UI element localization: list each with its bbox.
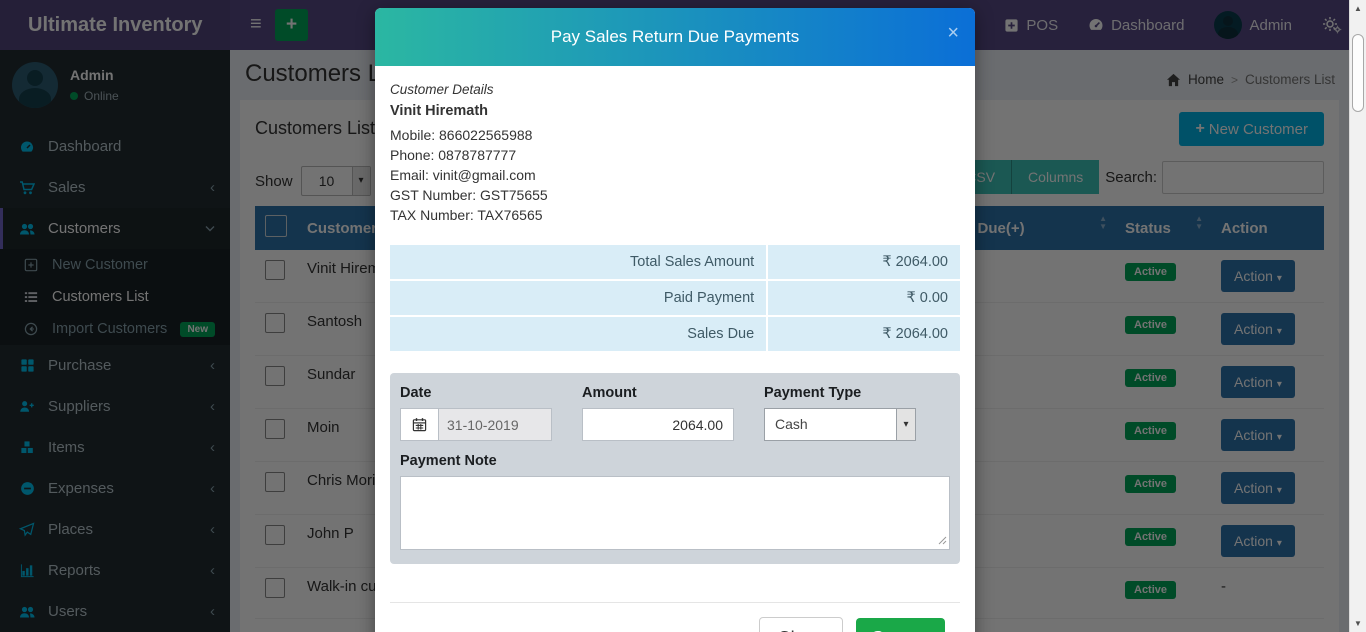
app-window: Ultimate Inventory ≡ + English POS Dashb… — [0, 0, 1366, 632]
summary-row: Total Sales Amount ₹ 2064.00 — [390, 245, 960, 279]
summary-row: Sales Due ₹ 2064.00 — [390, 317, 960, 351]
payment-note-textarea[interactable] — [400, 476, 950, 550]
total-sales-value: ₹ 2064.00 — [768, 245, 960, 279]
close-button[interactable]: Close — [759, 617, 843, 632]
scroll-up-arrow[interactable]: ▲ — [1350, 0, 1366, 17]
resize-grip-icon — [938, 536, 947, 545]
modal-customer-name: Vinit Hiremath — [390, 103, 960, 119]
modal-title: Pay Sales Return Due Payments — [375, 8, 975, 66]
check-icon: ✔ — [914, 628, 929, 632]
total-sales-label: Total Sales Amount — [390, 245, 766, 279]
vertical-scrollbar[interactable]: ▲ ▼ — [1349, 0, 1366, 632]
save-button[interactable]: Save✔ — [856, 618, 945, 632]
customer-email: Email: vinit@gmail.com — [390, 165, 960, 185]
calendar-icon — [400, 408, 438, 441]
summary-row: Paid Payment ₹ 0.00 — [390, 281, 960, 315]
sales-due-label: Sales Due — [390, 317, 766, 351]
scrollbar-thumb[interactable] — [1352, 34, 1364, 112]
sales-summary-table: Total Sales Amount ₹ 2064.00 Paid Paymen… — [390, 245, 960, 351]
payment-type-label: Payment Type — [764, 385, 916, 401]
date-label: Date — [400, 385, 552, 401]
customer-details-heading: Customer Details — [390, 82, 960, 97]
paid-payment-label: Paid Payment — [390, 281, 766, 315]
date-input[interactable] — [438, 408, 552, 441]
paid-payment-value: ₹ 0.00 — [768, 281, 960, 315]
amount-label: Amount — [582, 385, 734, 401]
customer-gst: GST Number: GST75655 — [390, 185, 960, 205]
payment-note-label: Payment Note — [400, 453, 950, 469]
amount-input[interactable] — [582, 408, 734, 441]
payment-form: Date Amount Payment Type — [390, 373, 960, 564]
scroll-down-arrow[interactable]: ▼ — [1350, 615, 1366, 632]
customer-phone: Phone: 0878787777 — [390, 145, 960, 165]
sales-due-value: ₹ 2064.00 — [768, 317, 960, 351]
select-arrow-icon: ▾ — [896, 409, 915, 440]
customer-mobile: Mobile: 866022565988 — [390, 125, 960, 145]
modal-header: Pay Sales Return Due Payments × — [375, 8, 975, 66]
customer-tax: TAX Number: TAX76565 — [390, 205, 960, 225]
payment-type-select[interactable]: Cash ▾ — [764, 408, 916, 441]
close-icon[interactable]: × — [947, 22, 959, 45]
pay-sales-return-modal: Pay Sales Return Due Payments × Customer… — [375, 8, 975, 632]
